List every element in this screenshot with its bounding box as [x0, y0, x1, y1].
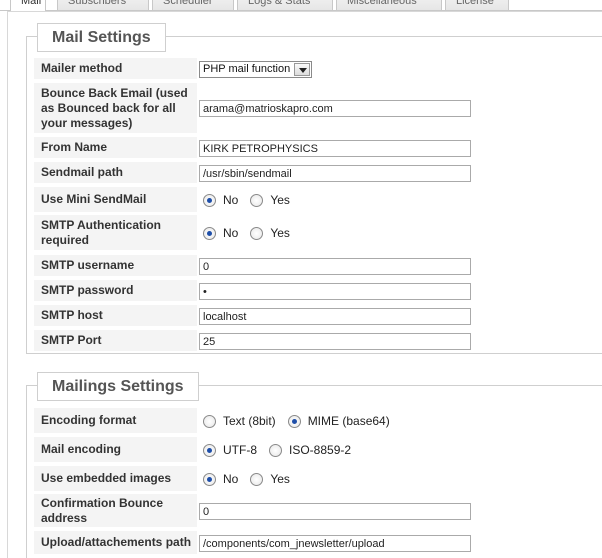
embedded-images-yes-radio[interactable]: Yes	[250, 472, 290, 486]
sendmail-path-row: Sendmail path /usr/sbin/sendmail	[34, 162, 602, 184]
mail-encoding-utf8-radio[interactable]: UTF-8	[203, 443, 257, 457]
mini-sendmail-label: Use Mini SendMail	[34, 187, 197, 213]
mailer-method-select[interactable]: PHP mail function	[199, 60, 313, 78]
smtp-username-label: SMTP username	[34, 255, 197, 277]
from-name-label: From Name	[34, 137, 197, 159]
radio-unchecked-icon[interactable]	[203, 414, 216, 428]
mail-encoding-utf8-label: UTF-8	[223, 443, 257, 457]
tab-subscribers[interactable]: Subscribers	[57, 0, 149, 10]
confirmation-bounce-input[interactable]: 0	[199, 502, 471, 520]
mini-sendmail-yes-label: Yes	[270, 193, 290, 207]
bounce-email-input[interactable]: arama@matrioskapro.com	[199, 100, 471, 117]
mail-encoding-label: Mail encoding	[34, 437, 197, 463]
mail-encoding-iso-label: ISO-8859-2	[289, 443, 352, 457]
encoding-mime-radio[interactable]: MIME (base64)	[287, 414, 390, 428]
smtp-auth-row: SMTP Authentication required No Yes	[34, 215, 602, 251]
tab-scheduler[interactable]: Scheduler	[152, 0, 234, 10]
confirmation-bounce-row: Confirmation Bounce address 0	[34, 494, 602, 528]
smtp-port-row: SMTP Port 25	[34, 330, 602, 352]
mail-settings-title: Mail Settings	[37, 23, 166, 52]
radio-checked-icon[interactable]	[203, 443, 216, 457]
radio-checked-icon[interactable]	[203, 193, 216, 207]
radio-unchecked-icon[interactable]	[250, 193, 264, 207]
smtp-auth-label: SMTP Authentication required	[34, 215, 197, 251]
chevron-down-icon[interactable]	[294, 62, 311, 76]
tab-logs-stats[interactable]: Logs & Stats	[237, 0, 333, 10]
smtp-auth-yes-radio[interactable]: Yes	[250, 226, 290, 240]
mini-sendmail-yes-radio[interactable]: Yes	[250, 193, 290, 207]
smtp-host-input[interactable]: localhost	[199, 307, 471, 325]
encoding-mime-label: MIME (base64)	[307, 414, 390, 428]
from-name-input[interactable]: KIRK PETROPHYSICS	[199, 139, 471, 157]
radio-checked-icon[interactable]	[203, 226, 216, 240]
encoding-format-row: Encoding format Text (8bit) MIME (base64…	[34, 408, 602, 434]
embedded-images-yes-label: Yes	[270, 472, 290, 486]
smtp-password-input[interactable]: •	[199, 282, 471, 300]
from-name-row: From Name KIRK PETROPHYSICS	[34, 137, 602, 159]
mini-sendmail-row: Use Mini SendMail No Yes	[34, 187, 602, 213]
mailings-settings-title: Mailings Settings	[37, 372, 199, 401]
smtp-auth-no-label: No	[223, 226, 239, 240]
tab-license[interactable]: License	[445, 0, 509, 10]
upload-path-row: Upload/attachements path /components/com…	[34, 531, 602, 555]
upload-path-input[interactable]: /components/com_jnewsletter/upload	[199, 534, 471, 552]
mail-encoding-row: Mail encoding UTF-8 ISO-8859-2	[34, 437, 602, 463]
encoding-format-label: Encoding format	[34, 408, 197, 434]
smtp-password-row: SMTP password •	[34, 280, 602, 302]
smtp-port-input[interactable]: 25	[199, 332, 471, 350]
embedded-images-row: Use embedded images No Yes	[34, 466, 602, 492]
embedded-images-label: Use embedded images	[34, 466, 197, 492]
embedded-images-no-radio[interactable]: No	[203, 472, 238, 486]
mailer-method-row: Mailer method PHP mail function	[34, 58, 602, 80]
mini-sendmail-no-label: No	[223, 193, 239, 207]
mailer-method-label: Mailer method	[34, 58, 197, 80]
smtp-host-label: SMTP host	[34, 305, 197, 327]
tab-miscellaneous[interactable]: Miscellaneous	[336, 0, 442, 10]
mini-sendmail-no-radio[interactable]: No	[203, 193, 238, 207]
confirmation-bounce-label: Confirmation Bounce address	[34, 494, 197, 528]
sendmail-path-input[interactable]: /usr/sbin/sendmail	[199, 164, 471, 182]
radio-checked-icon[interactable]	[203, 472, 216, 486]
radio-unchecked-icon[interactable]	[250, 226, 264, 240]
smtp-auth-yes-label: Yes	[270, 226, 290, 240]
mail-encoding-iso-radio[interactable]: ISO-8859-2	[269, 443, 351, 457]
smtp-port-label: SMTP Port	[34, 330, 197, 352]
mailer-method-value: PHP mail function	[203, 63, 291, 75]
encoding-text-radio[interactable]: Text (8bit)	[203, 414, 276, 428]
bounce-email-row: Bounce Back Email (used as Bounced back …	[34, 83, 602, 134]
smtp-auth-no-radio[interactable]: No	[203, 226, 238, 240]
encoding-text-label: Text (8bit)	[223, 414, 276, 428]
embedded-images-no-label: No	[223, 472, 239, 486]
radio-checked-icon[interactable]	[287, 414, 301, 428]
upload-path-label: Upload/attachements path	[34, 531, 197, 555]
tab-strip: Mail Subscribers Scheduler Logs & Stats …	[0, 0, 602, 12]
radio-unchecked-icon[interactable]	[269, 443, 282, 457]
smtp-host-row: SMTP host localhost	[34, 305, 602, 327]
smtp-password-label: SMTP password	[34, 280, 197, 302]
radio-unchecked-icon[interactable]	[250, 472, 264, 486]
bounce-email-label: Bounce Back Email (used as Bounced back …	[34, 83, 197, 134]
smtp-username-row: SMTP username 0	[34, 255, 602, 277]
smtp-username-input[interactable]: 0	[199, 257, 471, 275]
sendmail-path-label: Sendmail path	[34, 162, 197, 184]
